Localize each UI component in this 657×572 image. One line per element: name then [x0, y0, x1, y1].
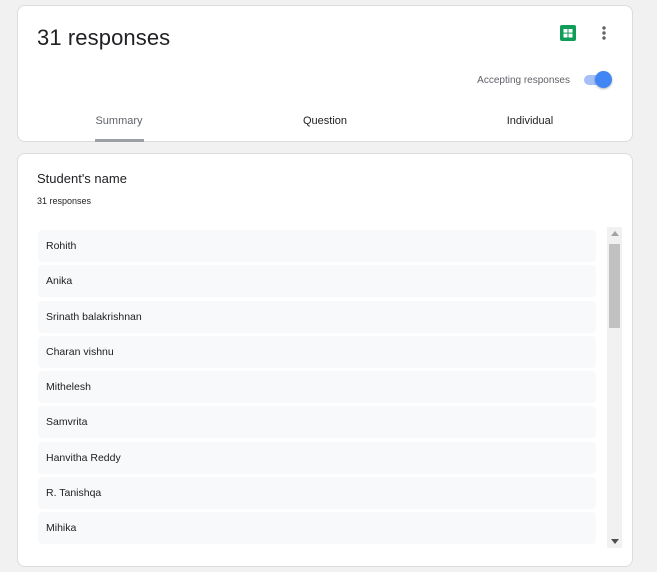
responses-count-title: 31 responses — [37, 25, 171, 50]
question-title: Student's name — [37, 171, 127, 186]
response-list-scrollbar[interactable] — [607, 227, 622, 548]
response-item: Srinath balakrishnan — [38, 300, 596, 333]
toggle-thumb — [595, 71, 612, 88]
scroll-down-arrow-icon[interactable] — [607, 534, 622, 548]
google-sheets-icon[interactable] — [560, 25, 576, 41]
summary-header-card: 31 responses Accepting responses Summary… — [17, 5, 633, 142]
response-item: Mihika — [38, 512, 596, 545]
response-item: Rohith — [38, 230, 596, 262]
response-item: Hanvitha Reddy — [38, 441, 596, 474]
response-item: Charan vishnu — [38, 335, 596, 368]
question-response-count: 31 responses — [37, 196, 92, 206]
more-vert-icon[interactable] — [596, 21, 612, 45]
accepting-responses-row: Accepting responses — [477, 71, 612, 88]
tab-individual[interactable]: Individual — [496, 115, 564, 127]
active-tab-indicator — [95, 139, 144, 142]
question-summary-card: Student's name 31 responses Rohith Anika… — [17, 153, 633, 567]
scrollbar-thumb[interactable] — [609, 244, 620, 328]
response-item: Mithelesh — [38, 371, 596, 404]
accepting-responses-label: Accepting responses — [477, 74, 570, 86]
scroll-up-arrow-icon[interactable] — [607, 227, 622, 241]
accepting-responses-toggle[interactable] — [582, 71, 612, 88]
tab-question[interactable]: Question — [294, 115, 356, 127]
response-list[interactable]: Rohith Anika Srinath balakrishnan Charan… — [38, 230, 596, 546]
response-item: Anika — [38, 265, 596, 298]
response-item: Samvrita — [38, 406, 596, 439]
response-item: R. Tanishqa — [38, 477, 596, 510]
tab-summary[interactable]: Summary — [94, 115, 144, 127]
